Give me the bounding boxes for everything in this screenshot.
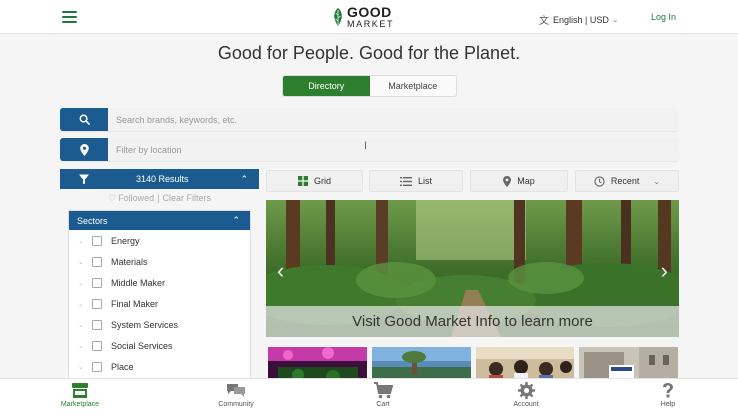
chevron-down-icon: ⌄ — [653, 176, 661, 186]
language-currency-label: English | USD — [553, 14, 609, 25]
sector-checkbox[interactable] — [92, 340, 102, 351]
chevron-down-icon[interactable]: ⌄ — [78, 279, 90, 287]
sector-label: Middle Maker — [111, 277, 166, 288]
chevron-down-icon[interactable]: ⌄ — [78, 258, 90, 266]
chevron-down-icon[interactable]: ⌄ — [78, 363, 90, 371]
clock-icon — [594, 175, 605, 187]
sector-label: Energy — [111, 235, 140, 246]
featured-carousel[interactable]: ‹ › Visit Good Market Info to learn more — [266, 200, 679, 337]
chat-icon — [227, 384, 245, 397]
location-filter-input[interactable] — [108, 138, 679, 161]
sector-label: Place — [111, 361, 134, 372]
results-count: 3140 Results — [136, 174, 189, 184]
nav-community[interactable]: Community — [196, 382, 276, 408]
nav-marketplace[interactable]: Marketplace — [40, 382, 120, 408]
top-header: GOOD MARKET 文 English | USD ⌄ Log In — [0, 0, 738, 34]
bottom-navigation: Marketplace Community Cart Account Help — [0, 378, 738, 416]
grid-icon — [297, 176, 308, 186]
quick-filters: ♡ Followed | Clear Filters — [60, 193, 259, 204]
nav-label: Marketplace — [60, 401, 100, 408]
location-pin-icon — [79, 143, 89, 156]
map-view-label: Map — [517, 176, 535, 186]
sector-item-energy[interactable]: ⌄ Energy — [69, 230, 250, 251]
sector-checkbox[interactable] — [92, 277, 102, 288]
chevron-down-icon[interactable]: ⌄ — [78, 237, 90, 245]
sector-label: Final Maker — [111, 298, 159, 309]
leaf-logo-icon — [334, 8, 342, 26]
language-currency-selector[interactable]: 文 English | USD ⌄ — [539, 12, 619, 28]
good-market-logo[interactable]: GOOD MARKET — [332, 4, 395, 29]
clear-filters-link[interactable]: Clear Filters — [162, 193, 211, 203]
carousel-next-button[interactable]: › — [661, 258, 668, 284]
question-icon — [663, 383, 673, 398]
map-pin-icon — [503, 175, 512, 187]
chevron-down-icon[interactable]: ⌄ — [78, 342, 90, 350]
store-icon — [72, 383, 88, 398]
sector-item-final-maker[interactable]: ⌄ Final Maker — [69, 293, 250, 314]
sector-item-system-services[interactable]: ⌄ System Services — [69, 314, 250, 335]
chevron-down-icon[interactable]: ⌄ — [78, 321, 90, 329]
sector-item-middle-maker[interactable]: ⌄ Middle Maker — [69, 272, 250, 293]
location-filter-bar — [60, 138, 679, 161]
keyword-search-input[interactable] — [108, 108, 679, 131]
nav-label: Help — [660, 401, 676, 408]
list-view-button[interactable]: List — [369, 170, 463, 192]
tab-directory[interactable]: Directory — [283, 76, 370, 96]
carousel-prev-button[interactable]: ‹ — [277, 258, 284, 284]
nav-label: Community — [218, 401, 254, 408]
grid-view-button[interactable]: Grid — [266, 170, 363, 192]
nav-cart[interactable]: Cart — [343, 382, 423, 408]
sector-item-place[interactable]: ⌄ Place — [69, 356, 250, 377]
followed-filter[interactable]: Followed — [118, 193, 154, 203]
page: GOOD MARKET 文 English | USD ⌄ Log In Goo… — [0, 0, 738, 416]
sectors-title: Sectors — [77, 215, 108, 226]
translate-icon: 文 — [539, 16, 549, 27]
search-icon — [79, 114, 90, 125]
carousel-caption[interactable]: Visit Good Market Info to learn more — [266, 306, 679, 337]
filter-separator: | — [157, 193, 160, 203]
logo-text-market: MARKET — [347, 19, 395, 29]
grid-view-label: Grid — [313, 176, 331, 186]
nav-account[interactable]: Account — [486, 382, 566, 408]
sector-checkbox[interactable] — [92, 256, 102, 267]
sectors-header[interactable]: Sectors ⌃ — [69, 211, 250, 230]
sector-label: Social Services — [111, 340, 173, 351]
gear-icon — [517, 382, 535, 399]
chevron-down-icon[interactable]: ⌄ — [78, 300, 90, 308]
logo-text-good: GOOD — [347, 4, 392, 20]
chevron-up-icon[interactable]: ⌃ — [240, 174, 248, 185]
sector-label: System Services — [111, 319, 179, 330]
list-icon — [399, 176, 412, 186]
search-button[interactable] — [60, 108, 108, 131]
directory-marketplace-switch: Directory Marketplace — [282, 75, 457, 97]
heart-icon: ♡ — [108, 193, 117, 203]
location-button[interactable] — [60, 138, 108, 161]
sort-label: Recent — [610, 176, 640, 186]
results-header[interactable]: 3140 Results ⌃ — [60, 169, 259, 189]
cart-icon — [374, 382, 393, 399]
chevron-down-icon: ⌄ — [611, 15, 619, 24]
sector-label: Materials — [111, 256, 148, 267]
tab-marketplace[interactable]: Marketplace — [370, 76, 457, 96]
sector-checkbox[interactable] — [92, 319, 102, 330]
nav-help[interactable]: Help — [628, 382, 708, 408]
nav-label: Cart — [376, 401, 390, 408]
hamburger-menu-icon[interactable] — [62, 11, 77, 23]
list-view-label: List — [417, 176, 432, 186]
sector-item-social-services[interactable]: ⌄ Social Services — [69, 335, 250, 356]
keyword-search-bar — [60, 108, 679, 131]
sector-checkbox[interactable] — [92, 361, 102, 372]
sector-checkbox[interactable] — [92, 235, 102, 246]
login-link[interactable]: Log In — [651, 12, 676, 22]
map-view-button[interactable]: Map — [470, 170, 568, 192]
nav-label: Account — [513, 401, 539, 408]
sort-dropdown[interactable]: Recent ⌄ — [575, 170, 679, 192]
text-cursor-icon: I — [364, 140, 368, 152]
page-tagline: Good for People. Good for the Planet. — [217, 43, 521, 63]
sector-item-materials[interactable]: ⌄ Materials — [69, 251, 250, 272]
sector-checkbox[interactable] — [92, 298, 102, 309]
filter-funnel-icon — [79, 174, 89, 184]
chevron-up-icon[interactable]: ⌃ — [232, 215, 240, 226]
